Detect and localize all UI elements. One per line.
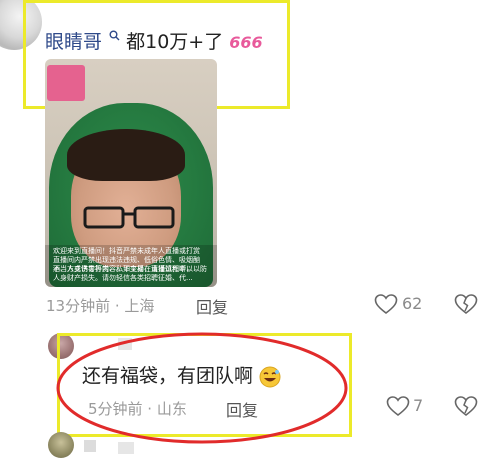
- livestream-screenshot[interactable]: 欢迎来到直播间！抖音严禁未成年人直播或打赏 直播间内严禁出现违法违规、低俗色情、…: [45, 59, 217, 287]
- comment-1-header: 眼睛哥 都10万+了 666: [45, 30, 263, 55]
- broken-heart-icon[interactable]: [454, 396, 478, 417]
- comment-2-text: 还有福袋，有团队啊: [82, 365, 254, 387]
- heart-icon[interactable]: [374, 294, 398, 315]
- heart-icon[interactable]: [386, 396, 410, 417]
- glasses: [83, 205, 175, 229]
- avatar-commenter-3[interactable]: [48, 432, 74, 458]
- caption-line-1: 欢迎来到直播间！抖音严禁未成年人直播或打赏: [53, 247, 200, 255]
- caption-line-3: 不当方式诱导打赏、私下交易，请谨慎判断，以防: [53, 265, 207, 273]
- like-count-2: 7: [413, 396, 424, 415]
- broken-heart-icon[interactable]: [454, 294, 478, 315]
- reply-button-1[interactable]: 回复: [196, 294, 228, 318]
- username-redacted-3b: [118, 442, 134, 454]
- comment-1-meta: 13分钟前 · 上海: [46, 297, 155, 315]
- laughing-emoji-icon: [259, 366, 281, 388]
- image-caption: 欢迎来到直播间！抖音严禁未成年人直播或打赏 直播间内严禁出现违法违规、低俗色情、…: [45, 245, 217, 287]
- username-redacted-3: [84, 440, 96, 452]
- like-count-1: 62: [402, 294, 423, 313]
- reply-button-2[interactable]: 回复: [226, 397, 258, 421]
- comment-2-text-row: 还有福袋，有团队啊: [82, 364, 281, 388]
- caption-line-4: 人身财产损失。请勿轻信各类招聘征婚、代...: [53, 274, 193, 282]
- pink-card-icon: [47, 65, 85, 101]
- search-icon[interactable]: [109, 30, 120, 41]
- emoji-666: 666: [229, 33, 263, 52]
- comment-2-meta: 5分钟前 · 山东: [88, 400, 187, 418]
- hair: [67, 129, 185, 181]
- red-circle-annotation: [52, 328, 352, 452]
- comment-1-text: 都10万+了: [126, 31, 224, 53]
- username-link[interactable]: 眼睛哥: [45, 31, 102, 53]
